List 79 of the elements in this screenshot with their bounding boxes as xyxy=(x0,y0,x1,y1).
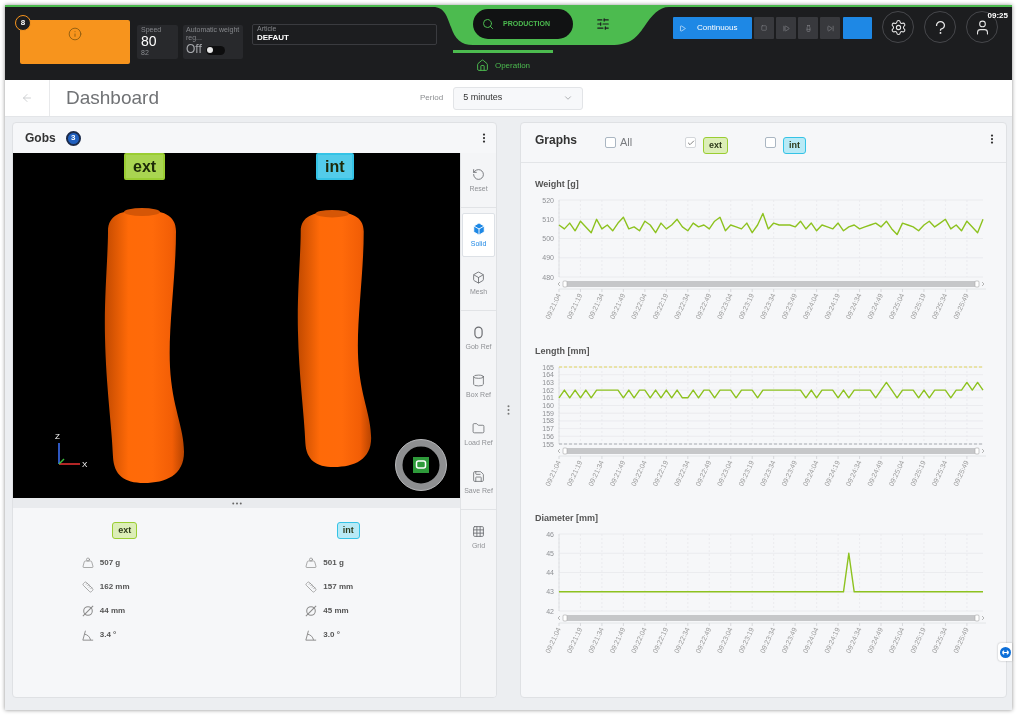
count-badge: 3 xyxy=(65,130,81,146)
panel-title: Gobs xyxy=(25,130,56,147)
ruler-icon xyxy=(81,580,94,593)
drag-handle-icon[interactable] xyxy=(507,405,510,415)
axis-label: X xyxy=(82,460,88,469)
check-icon xyxy=(686,138,695,147)
period-label: Period xyxy=(420,92,444,104)
step-button[interactable] xyxy=(798,17,818,39)
weight-value: 507 g xyxy=(99,556,121,569)
sliders-icon[interactable] xyxy=(596,17,610,31)
chevron-down-icon xyxy=(563,93,574,103)
chart-title: Diameter [mm] xyxy=(535,512,600,524)
angle-value: 3.0 ° xyxy=(323,628,340,641)
length-value: 157 mm xyxy=(323,580,354,593)
auto-weight-value: Off xyxy=(186,42,202,57)
step-button[interactable] xyxy=(820,17,840,39)
diameter-icon xyxy=(81,604,94,617)
grid-icon xyxy=(472,524,486,538)
label-tag: int xyxy=(316,153,354,180)
label-tag: ext xyxy=(124,153,166,180)
diameter-value: 45 mm xyxy=(323,604,349,617)
field-value: DEFAUT xyxy=(257,33,290,43)
cube-outline-icon xyxy=(472,270,486,284)
angle-icon xyxy=(81,628,94,641)
viewer-canvas[interactable]: ext int Z X xyxy=(13,153,461,498)
step-button[interactable] xyxy=(754,17,774,39)
label-tag: ext xyxy=(112,522,138,539)
axis-label: Z xyxy=(55,432,60,441)
range-slider[interactable] xyxy=(557,447,985,455)
panel-title: Graphs xyxy=(535,131,578,149)
back-arrow-icon xyxy=(21,92,33,104)
capsule-icon xyxy=(474,325,484,339)
diameter-value: 44 mm xyxy=(99,604,126,617)
alarm-count-badge: 8 xyxy=(15,15,31,31)
mode-toggle-button[interactable] xyxy=(843,17,872,39)
run-mode-button[interactable]: Continuous xyxy=(673,17,752,39)
double-arrow-icon[interactable] xyxy=(999,646,1011,658)
folder-icon xyxy=(472,421,486,435)
settings-icon xyxy=(889,18,907,36)
axis-icon xyxy=(57,442,81,466)
drag-handle-icon[interactable] xyxy=(231,501,242,505)
checkbox[interactable] xyxy=(605,137,616,148)
rotate-icon xyxy=(472,167,486,181)
weight-value: 501 g xyxy=(323,556,344,569)
chart-title: Length [mm] xyxy=(535,345,591,357)
cube-icon xyxy=(471,222,486,236)
nav-tab[interactable]: Operation xyxy=(453,50,553,72)
page-title: Dashboard xyxy=(66,85,160,110)
bottle-icon xyxy=(804,24,812,32)
step-button[interactable] xyxy=(776,17,796,39)
checkbox[interactable] xyxy=(685,137,696,148)
toggle-switch[interactable] xyxy=(205,45,225,55)
info-icon xyxy=(68,27,82,41)
chart-title: Weight [g] xyxy=(535,178,580,190)
cylinder-icon xyxy=(472,373,486,387)
filter-label: All xyxy=(620,135,633,151)
weight-icon xyxy=(305,556,318,569)
angle-icon xyxy=(305,628,318,641)
label-tag: int xyxy=(336,522,360,539)
house-icon xyxy=(475,59,489,72)
range-slider[interactable] xyxy=(557,280,985,288)
label-tag: int xyxy=(783,136,806,154)
angle-value: 3.4 ° xyxy=(99,628,117,641)
step-forward-icon xyxy=(782,24,790,32)
weight-icon xyxy=(81,556,94,569)
diameter-icon xyxy=(305,604,318,617)
speed-value: 80 xyxy=(141,34,157,49)
range-slider[interactable] xyxy=(557,614,985,622)
period-select[interactable]: 5 minutes xyxy=(453,86,584,110)
checkbox[interactable] xyxy=(765,137,776,148)
alarm-button[interactable] xyxy=(20,20,130,64)
length-value: 162 mm xyxy=(99,580,130,593)
navigation-ring-icon[interactable] xyxy=(395,439,447,491)
ruler-icon xyxy=(305,580,318,593)
play-icon xyxy=(679,24,686,32)
clock-time: 09:25 xyxy=(987,10,1008,22)
magnifier-icon xyxy=(482,18,494,30)
skip-forward-icon xyxy=(826,24,834,32)
label-tag: ext xyxy=(703,136,728,154)
